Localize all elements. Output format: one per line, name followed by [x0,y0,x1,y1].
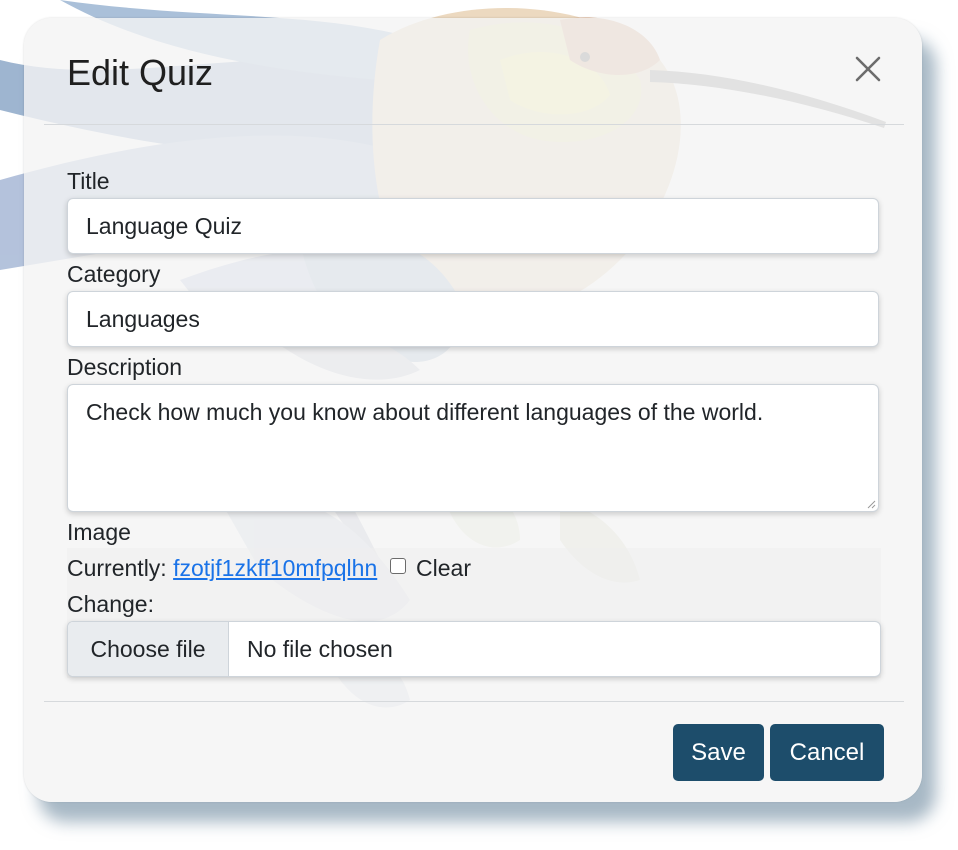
title-label: Title [67,168,110,194]
currently-label: Currently: [67,555,167,581]
close-icon [855,56,881,82]
save-button[interactable]: Save [673,724,764,781]
edit-quiz-dialog: Edit Quiz Title Language Quiz Category L… [24,18,922,802]
description-textarea[interactable]: Check how much you know about different … [67,384,879,512]
description-label: Description [67,354,183,380]
close-button[interactable] [848,50,888,90]
image-label: Image [67,519,131,545]
current-image-row: Currently: fzotjf1zkff10mfpqlhn Clear [67,554,471,582]
description-text: Check how much you know about different … [86,399,764,425]
page-stage: Edit Quiz Title Language Quiz Category L… [0,0,958,850]
current-image-link[interactable]: fzotjf1zkff10mfpqlhn [173,555,377,581]
resize-grip-icon[interactable] [866,499,876,509]
clear-label[interactable]: Clear [416,555,471,581]
header-divider [44,124,904,125]
change-label: Change: [67,591,154,617]
image-file-input[interactable]: Choose file No file chosen [67,621,881,677]
choose-file-button[interactable]: Choose file [68,622,229,676]
clear-checkbox[interactable] [389,558,406,574]
category-input[interactable]: Languages [67,291,879,347]
title-input[interactable]: Language Quiz [67,198,879,254]
category-label: Category [67,261,161,287]
cancel-button[interactable]: Cancel [770,724,884,781]
dialog-title: Edit Quiz [67,52,214,93]
footer-divider [44,701,904,702]
file-status-text: No file chosen [247,635,393,662]
